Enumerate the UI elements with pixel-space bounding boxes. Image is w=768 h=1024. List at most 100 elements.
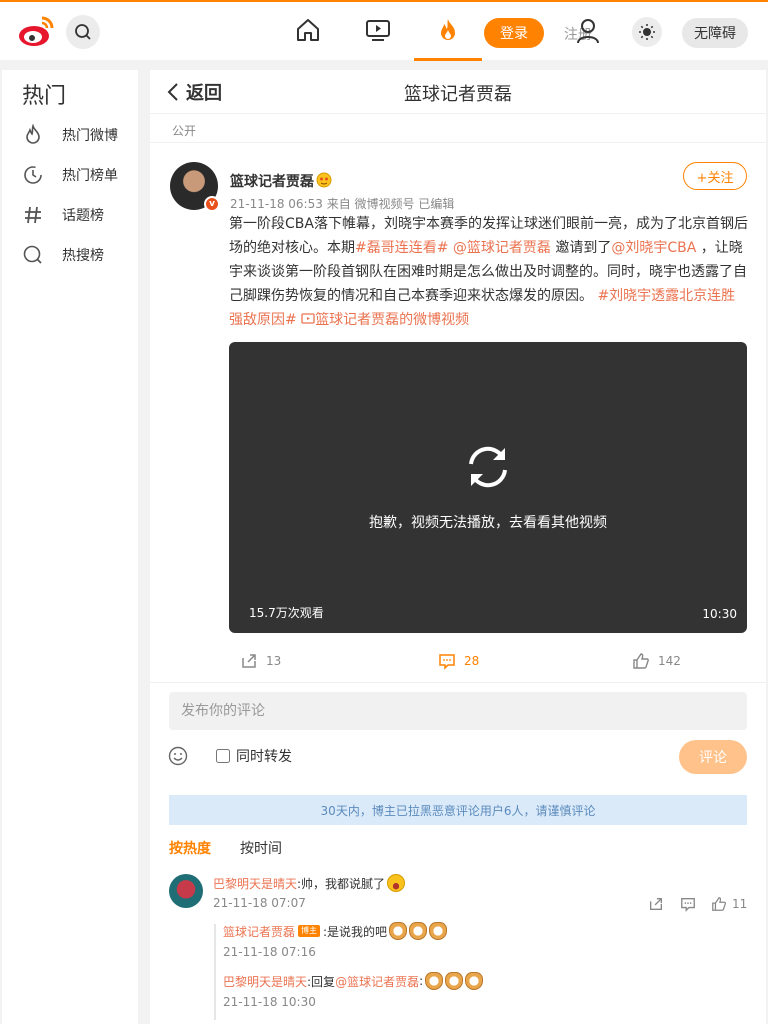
flame-icon: [26, 124, 40, 144]
reply-time: 21-11-18 07:16: [223, 945, 316, 959]
tab-sort-by-time[interactable]: 按时间: [240, 838, 282, 858]
search-icon: [75, 24, 91, 40]
main-content: 返回 篮球记者贾磊 公开 v 篮球记者贾磊 21-11-18 06:53 来自 …: [150, 70, 766, 1024]
comment-like-button[interactable]: 11: [711, 896, 747, 912]
cat-emoji-icon: [429, 922, 448, 940]
comment-input[interactable]: [169, 692, 747, 730]
reply-text: :回复: [307, 974, 336, 989]
sidebar-item-label: 话题榜: [62, 208, 104, 224]
host-badge: 博主: [298, 925, 321, 937]
comment-body: 巴黎明天是晴天:帅，我都说腻了: [213, 874, 406, 892]
share-icon: [650, 898, 662, 910]
video-player[interactable]: 抱歉，视频无法播放，去看看其他视频 15.7万次观看 10:30: [229, 342, 747, 633]
repost-checkbox[interactable]: [216, 749, 230, 763]
cat-emoji-icon: [465, 972, 484, 990]
accessibility-button[interactable]: 无障碍: [682, 18, 748, 48]
mention-link[interactable]: @篮球记者贾磊: [335, 973, 419, 990]
comment-text: :帅，我都说腻了: [297, 876, 386, 891]
commenter-avatar[interactable]: [169, 874, 203, 908]
home-icon[interactable]: [294, 16, 322, 44]
share-icon: [242, 654, 256, 668]
thumbs-up-icon: [712, 897, 727, 911]
cat-emoji-icon: [389, 922, 408, 940]
top-navbar: 登录 注册 无障碍: [0, 0, 768, 61]
repost-button[interactable]: 13: [240, 650, 281, 672]
hashtag-link[interactable]: #磊哥连连看#: [355, 240, 448, 256]
video-duration: 10:30: [702, 607, 737, 621]
sidebar-item-hot-weibo[interactable]: 热门微博: [22, 120, 132, 150]
theme-toggle-button[interactable]: [632, 17, 662, 47]
weibo-logo[interactable]: [18, 14, 56, 48]
post-edited: 已编辑: [418, 197, 455, 211]
like-count: 142: [658, 654, 681, 668]
comment-count: 28: [464, 654, 480, 668]
cat-emoji-icon: [425, 972, 444, 990]
chevron-left-icon: [167, 83, 178, 101]
active-tab-indicator: [414, 58, 482, 61]
sun-icon: [639, 24, 655, 40]
post-time[interactable]: 21-11-18 06:53: [230, 197, 323, 211]
verified-badge-icon: v: [204, 196, 220, 212]
like-button[interactable]: 142: [632, 650, 681, 672]
sidebar-item-hot-search[interactable]: 热搜榜: [22, 240, 132, 270]
comment-icon: [681, 898, 695, 912]
reply-author-name[interactable]: 巴黎明天是晴天: [223, 973, 307, 990]
repost-count: 13: [266, 654, 282, 668]
comment-time: 21-11-18 07:07: [213, 896, 306, 910]
back-button[interactable]: 返回: [166, 78, 222, 106]
divider: [150, 142, 766, 143]
comment-share-button[interactable]: [648, 896, 664, 912]
cat-emoji-icon: [409, 922, 428, 940]
reply-time: 21-11-18 10:30: [223, 995, 316, 1009]
follow-button[interactable]: +关注: [683, 162, 747, 190]
detail-header: 返回 篮球记者贾磊: [150, 70, 766, 114]
clock-icon: [24, 166, 42, 184]
author-name[interactable]: 篮球记者贾磊: [230, 171, 314, 191]
mention-link[interactable]: @刘晓宇CBA: [611, 240, 696, 256]
emoji-picker-icon[interactable]: [168, 746, 188, 766]
sidebar-item-hot-list[interactable]: 热门榜单: [22, 160, 132, 190]
hot-flame-icon[interactable]: [434, 16, 462, 44]
reply-author-name[interactable]: 篮球记者贾磊: [223, 923, 295, 940]
sidebar-item-label: 热门微博: [62, 128, 118, 144]
commenter-name[interactable]: 巴黎明天是晴天: [213, 875, 297, 892]
refresh-icon[interactable]: [463, 444, 513, 490]
laugh-emoji-icon: [387, 874, 406, 892]
sidebar-item-topics[interactable]: 话题榜: [22, 200, 132, 230]
emoji-icon: [316, 172, 332, 188]
sidebar-item-label: 热门榜单: [62, 168, 118, 184]
video-link-label: 篮球记者贾磊的微博视频: [315, 312, 470, 328]
user-icon[interactable]: [576, 18, 600, 44]
sidebar-item-label: 热搜榜: [62, 248, 104, 264]
video-views: 15.7万次观看: [249, 606, 324, 620]
author-avatar[interactable]: v: [170, 162, 220, 212]
video-link[interactable]: 篮球记者贾磊的微博视频: [301, 312, 469, 328]
video-icon[interactable]: [364, 16, 392, 44]
post-text-segment: 邀请到了: [555, 240, 612, 256]
visibility-label: 公开: [172, 124, 197, 138]
reply-text: :是说我的吧: [323, 924, 388, 939]
comment-reply-button[interactable]: [680, 896, 696, 912]
post-text: 第一阶段CBA落下帷幕，刘晓宇本赛季的发挥让球迷们眼前一亮，成为了北京首钢后场的…: [229, 212, 749, 332]
submit-comment-button[interactable]: 评论: [679, 740, 747, 774]
reply-body: 篮球记者贾磊 博主:是说我的吧: [223, 922, 448, 940]
comment-button[interactable]: 28: [438, 650, 479, 672]
repost-checkbox-label[interactable]: 同时转发: [216, 746, 292, 766]
login-button[interactable]: 登录: [484, 18, 544, 48]
search-button[interactable]: [66, 15, 100, 49]
comment-icon: [439, 654, 455, 670]
thumbs-up-icon: [633, 653, 649, 669]
post-meta: 21-11-18 06:53 来自 微博视频号 已编辑: [230, 195, 454, 212]
tab-sort-by-hot[interactable]: 按热度: [169, 838, 211, 858]
mention-link[interactable]: @篮球记者贾磊: [453, 240, 551, 256]
video-error-text: 抱歉，视频无法播放，去看看其他视频: [369, 515, 607, 531]
back-label: 返回: [186, 83, 222, 104]
sidebar-title: 热门: [22, 84, 67, 109]
search-circle-icon: [23, 245, 42, 264]
hash-icon: [25, 206, 41, 224]
comment-like-count: 11: [732, 897, 748, 911]
post-source: 来自 微博视频号: [326, 197, 415, 211]
video-link-icon: [301, 313, 315, 324]
sidebar: 热门 热门微博 热门榜单 话题榜 热搜榜: [2, 70, 138, 1024]
repost-checkbox-text: 同时转发: [236, 749, 292, 765]
